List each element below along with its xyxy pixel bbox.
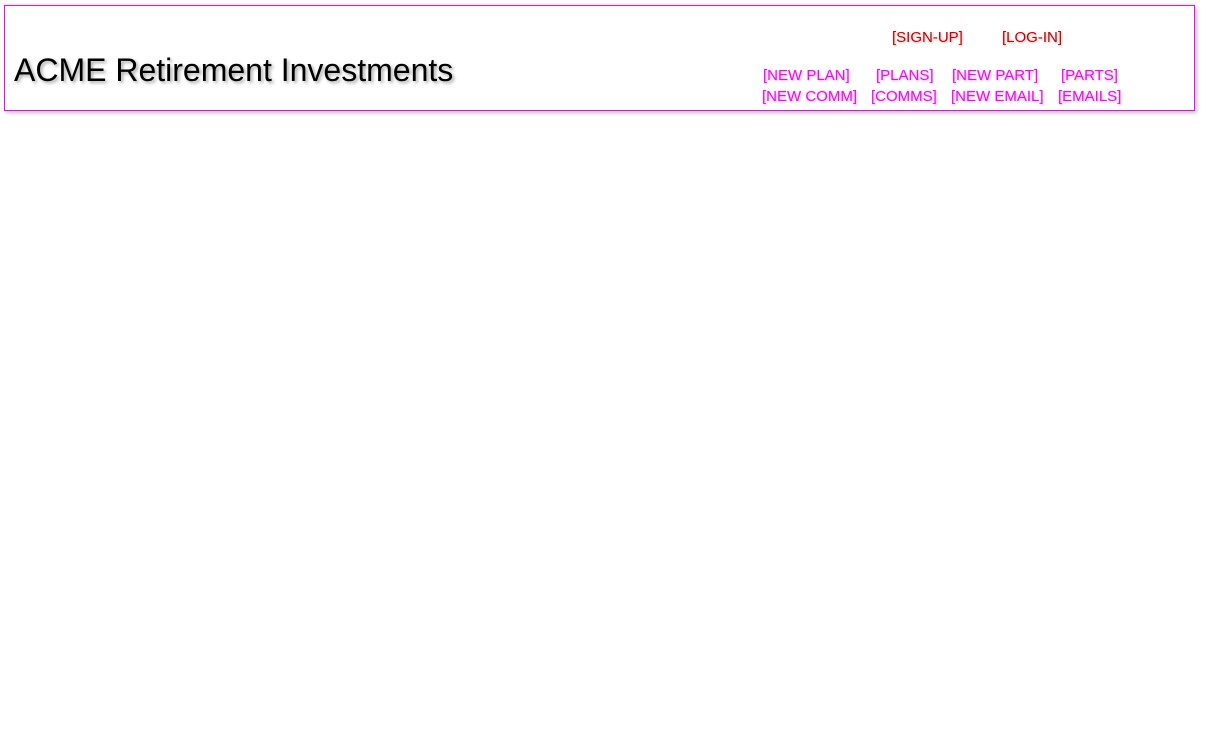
nav-new-email-link[interactable]: [NEW EMAIL] xyxy=(951,87,1044,107)
nav-new-comm-link[interactable]: [NEW COMM] xyxy=(762,87,857,107)
nav-emails-link[interactable]: [EMAILS] xyxy=(1058,87,1121,107)
nav-parts-link[interactable]: [PARTS] xyxy=(1061,66,1118,86)
nav-comms-link[interactable]: [COMMS] xyxy=(871,87,937,107)
header-bar: ACME Retirement Investments [SIGN-UP] [L… xyxy=(4,5,1195,111)
site-title: ACME Retirement Investments xyxy=(14,52,454,88)
nav-new-plan-link[interactable]: [NEW PLAN] xyxy=(763,66,850,86)
nav-plans-link[interactable]: [PLANS] xyxy=(876,66,934,86)
login-link[interactable]: [LOG-IN] xyxy=(1002,28,1062,48)
nav-new-part-link[interactable]: [NEW PART] xyxy=(952,66,1038,86)
signup-link[interactable]: [SIGN-UP] xyxy=(892,28,963,48)
